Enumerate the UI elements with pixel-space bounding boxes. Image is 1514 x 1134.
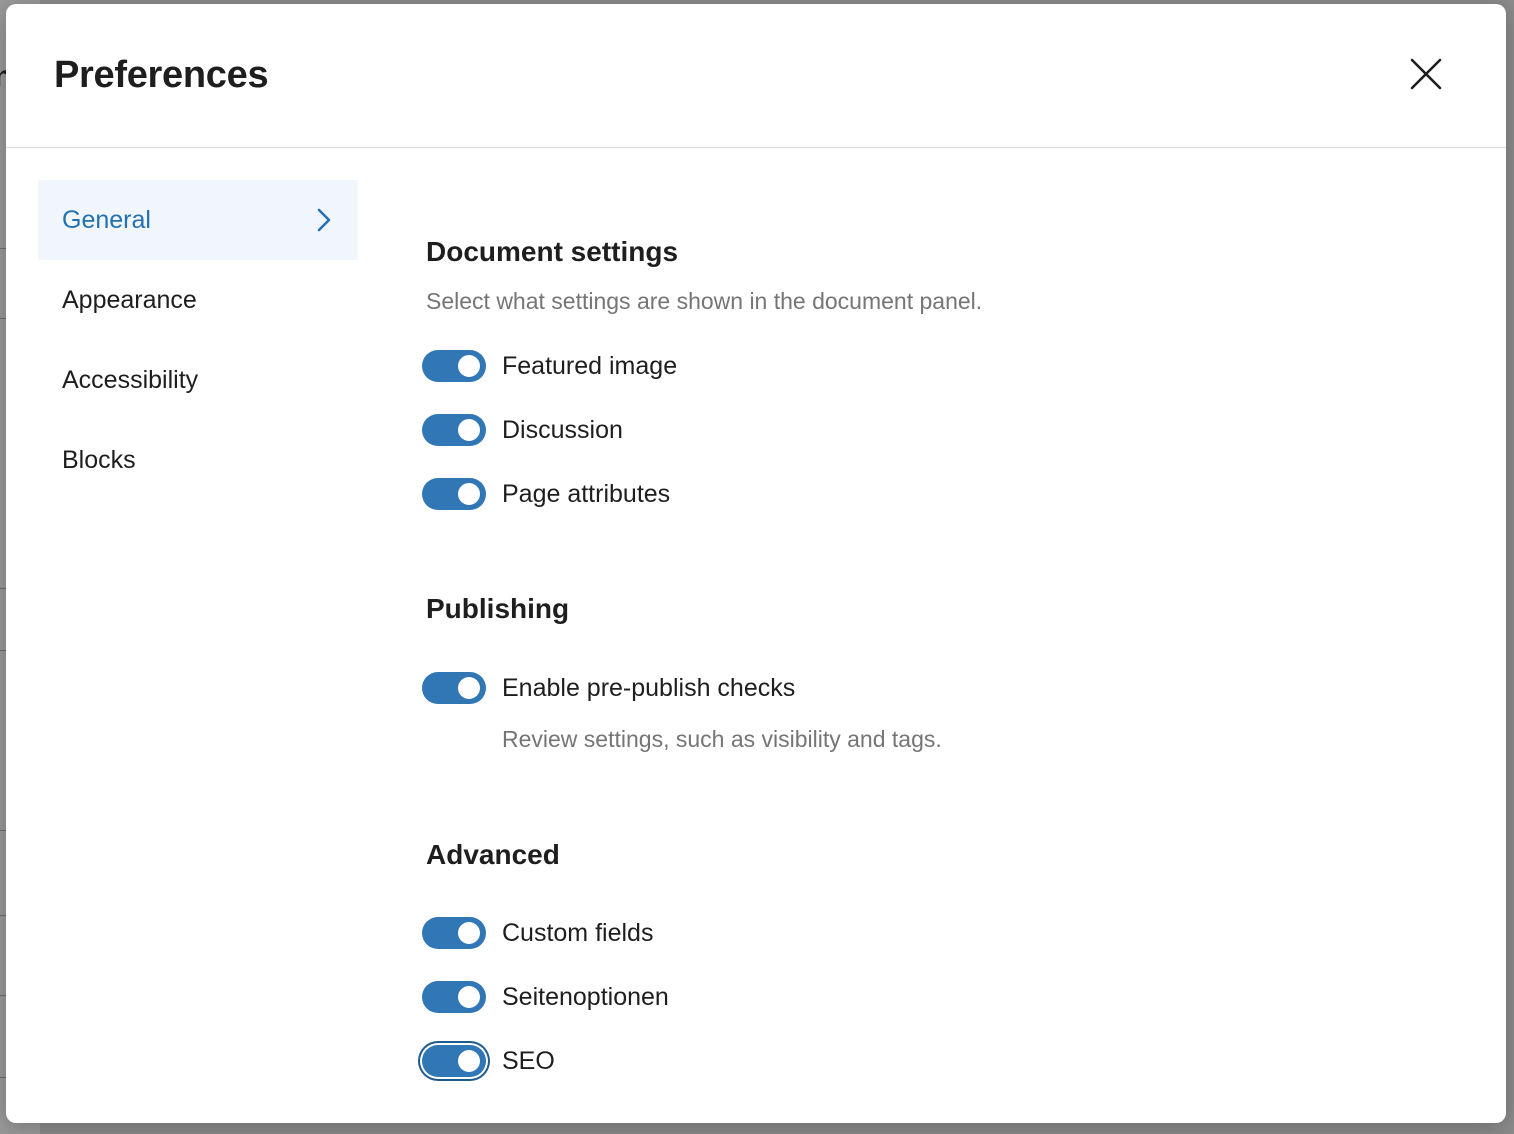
toggle-label: Seitenoptionen (502, 982, 669, 1011)
toggle-label: Featured image (502, 351, 678, 380)
section-title-advanced: Advanced (426, 839, 560, 870)
toggle-seo[interactable]: SEO (422, 1041, 555, 1081)
section-title-publishing: Publishing (426, 593, 570, 624)
toggle-switch[interactable] (422, 414, 486, 446)
toggle-switch[interactable] (422, 917, 486, 949)
nav-item-blocks[interactable]: Blocks (38, 420, 358, 500)
nav-item-label: General (62, 205, 151, 234)
toggle-label: Custom fields (502, 918, 654, 947)
toggle-switch[interactable] (422, 478, 486, 510)
toggle-help-text: Review settings, such as visibility and … (502, 726, 942, 752)
toggle-label: Enable pre-publish checks (502, 673, 796, 702)
toggle-custom-fields[interactable]: Custom fields (422, 913, 653, 953)
toggle-switch[interactable] (422, 981, 486, 1013)
nav-item-label: Appearance (62, 285, 197, 314)
nav-item-appearance[interactable]: Appearance (38, 260, 358, 340)
toggle-seitenoptionen[interactable]: Seitenoptionen (422, 977, 669, 1017)
toggle-switch[interactable] (422, 350, 486, 382)
toggle-label: Page attributes (502, 479, 671, 508)
chevron-right-icon (317, 208, 331, 232)
toggle-pre-publish-checks[interactable]: Enable pre-publish checks (422, 668, 795, 708)
section-title-document-settings: Document settings (426, 236, 679, 267)
toggle-discussion[interactable]: Discussion (422, 410, 623, 450)
preferences-nav: General Appearance Accessibility Blocks (38, 180, 358, 500)
section-description: Select what settings are shown in the do… (426, 288, 983, 314)
toggle-label: SEO (502, 1046, 555, 1075)
nav-item-accessibility[interactable]: Accessibility (38, 340, 358, 420)
nav-item-general[interactable]: General (38, 180, 358, 260)
preferences-modal: Preferences General Appearance Accessibi… (6, 4, 1506, 1123)
close-button[interactable] (1402, 50, 1450, 98)
toggle-featured-image[interactable]: Featured image (422, 346, 677, 386)
toggle-switch[interactable] (422, 672, 486, 704)
toggle-label: Discussion (502, 415, 623, 444)
nav-item-label: Accessibility (62, 365, 199, 394)
toggle-switch[interactable] (422, 1045, 486, 1077)
modal-title: Preferences (54, 54, 269, 96)
modal-header: Preferences (6, 4, 1506, 148)
toggle-page-attributes[interactable]: Page attributes (422, 474, 670, 514)
close-icon (1410, 58, 1442, 90)
nav-item-label: Blocks (62, 445, 136, 474)
